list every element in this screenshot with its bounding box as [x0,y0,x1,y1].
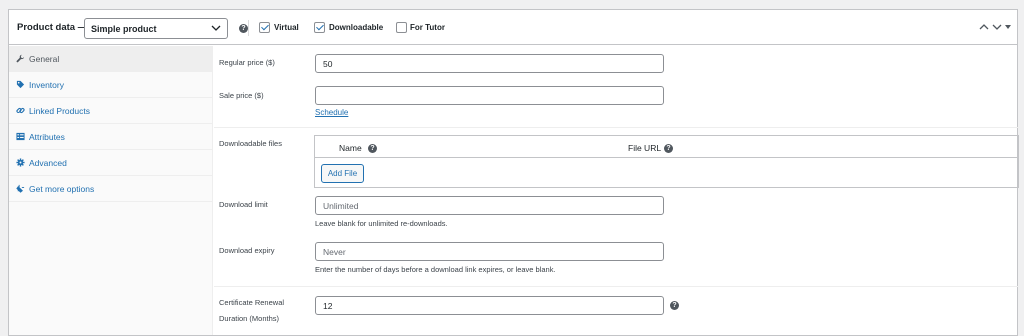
downloadable-files-table: Name ? File URL ? Add File [314,135,1019,188]
tag-icon [16,80,25,89]
for-tutor-label: For Tutor [410,23,445,32]
downloadable-checkbox[interactable] [314,22,325,33]
help-icon[interactable]: ? [670,301,679,310]
for-tutor-checkbox[interactable] [396,22,407,33]
schedule-link[interactable]: Schedule [315,108,348,117]
regular-price-label: Regular price ($) [219,58,275,67]
section-divider [214,286,1019,287]
sale-price-label: Sale price ($) [219,91,264,100]
tab-get-more-options[interactable]: Get more options [9,176,213,202]
tab-attributes-label: Attributes [29,132,65,142]
tab-inventory[interactable]: Inventory [9,72,213,98]
move-down-icon[interactable] [992,22,1002,32]
link-icon [16,107,25,114]
wrench-icon [16,54,25,63]
tab-linked-products[interactable]: Linked Products [9,98,213,124]
files-col-url: File URL [628,143,662,153]
product-data-title: Product data — [17,22,88,33]
virtual-label: Virtual [274,23,299,32]
files-col-name: Name [339,143,362,153]
virtual-checkbox[interactable] [259,22,270,33]
download-expiry-label: Download expiry [219,246,275,255]
help-icon[interactable]: ? [664,144,673,153]
tab-attributes[interactable]: Attributes [9,124,213,150]
tab-advanced-label: Advanced [29,158,67,168]
tab-inventory-label: Inventory [29,80,64,90]
help-icon[interactable]: ? [239,24,248,33]
section-divider [214,127,1019,128]
cert-renewal-label-line2: Duration (Months) [219,314,280,323]
plugin-icon [16,184,25,193]
download-expiry-hint: Enter the number of days before a downlo… [315,265,556,274]
toggle-panel-icon[interactable] [1004,23,1012,31]
files-table-header: Name ? File URL ? [315,136,1018,158]
product-data-header: Product data — Simple product ? Virtual … [9,10,1017,45]
product-type-select[interactable]: Simple product [84,18,228,39]
downloadable-files-label: Downloadable files [219,139,282,148]
download-limit-hint: Leave blank for unlimited re-downloads. [315,219,448,228]
tab-linked-products-label: Linked Products [29,106,90,116]
move-up-icon[interactable] [979,22,989,32]
chevron-down-icon [211,25,221,31]
gear-icon [16,158,25,167]
list-icon [16,132,25,141]
product-data-panel: Product data — Simple product ? Virtual … [8,9,1019,336]
tab-general[interactable]: General [9,46,213,72]
tab-advanced[interactable]: Advanced [9,150,213,176]
downloadable-label: Downloadable [329,23,384,32]
tab-get-more-options-label: Get more options [29,184,95,194]
add-file-button[interactable]: Add File [321,164,364,183]
download-limit-label: Download limit [219,200,268,209]
header-divider [248,20,249,36]
product-data-tabs: General Inventory Linked Products Attrib… [9,46,213,335]
download-limit-input[interactable]: Unlimited [315,196,664,215]
cert-renewal-input[interactable]: 12 [315,296,664,315]
help-icon[interactable]: ? [368,144,377,153]
regular-price-input[interactable]: 50 [315,54,664,73]
product-type-value: Simple product [91,24,157,34]
cert-renewal-label-line1: Certificate Renewal [219,298,285,307]
download-expiry-input[interactable]: Never [315,242,664,261]
sale-price-input[interactable] [315,86,664,105]
tab-general-label: General [29,54,60,64]
